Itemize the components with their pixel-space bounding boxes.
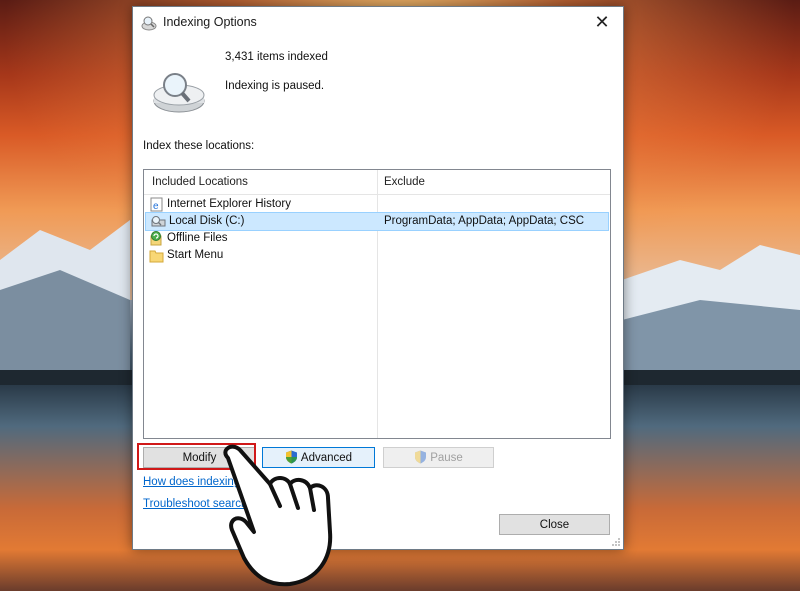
location-name: Local Disk (C:) [169, 215, 245, 227]
index-locations-label: Index these locations: [143, 140, 255, 152]
list-item[interactable]: Local Disk (C:) ProgramData; AppData; Ap… [145, 212, 609, 231]
column-header-included-locations[interactable]: Included Locations [152, 176, 248, 188]
uac-shield-icon [415, 450, 427, 464]
local-disk-icon [151, 216, 166, 227]
indexing-options-icon [141, 16, 157, 31]
location-exclude: ProgramData; AppData; AppData; CSC [384, 215, 585, 227]
window-title: Indexing Options [163, 15, 257, 29]
title-bar: Indexing Options ✕ [133, 7, 623, 39]
pause-button-label: Pause [430, 452, 463, 464]
location-name: Internet Explorer History [167, 198, 291, 210]
included-locations-list[interactable]: Included Locations Exclude e Internet Ex… [143, 169, 611, 439]
svg-text:e: e [153, 201, 159, 212]
resize-grip-icon[interactable] [611, 537, 621, 547]
list-item[interactable]: e Internet Explorer History [144, 196, 608, 213]
offline-files-icon [150, 231, 162, 246]
pointing-hand-cursor-icon [223, 444, 333, 587]
column-header-exclude[interactable]: Exclude [384, 176, 425, 188]
indexing-options-dialog: Indexing Options ✕ 3,431 items indexed I… [132, 6, 624, 550]
indexing-status-icon [153, 73, 205, 113]
list-item[interactable]: Start Menu [144, 247, 608, 264]
list-item[interactable]: Offline Files [144, 230, 608, 247]
items-indexed-count: 3,431 items indexed [225, 51, 328, 63]
indexing-status-text: Indexing is paused. [225, 80, 325, 92]
location-name: Start Menu [167, 249, 224, 261]
ie-history-icon: e [150, 197, 163, 212]
location-name: Offline Files [167, 232, 228, 244]
close-window-button[interactable]: ✕ [589, 10, 615, 34]
folder-icon [149, 250, 164, 263]
close-button[interactable]: Close [499, 514, 610, 535]
pause-button[interactable]: Pause [383, 447, 494, 468]
